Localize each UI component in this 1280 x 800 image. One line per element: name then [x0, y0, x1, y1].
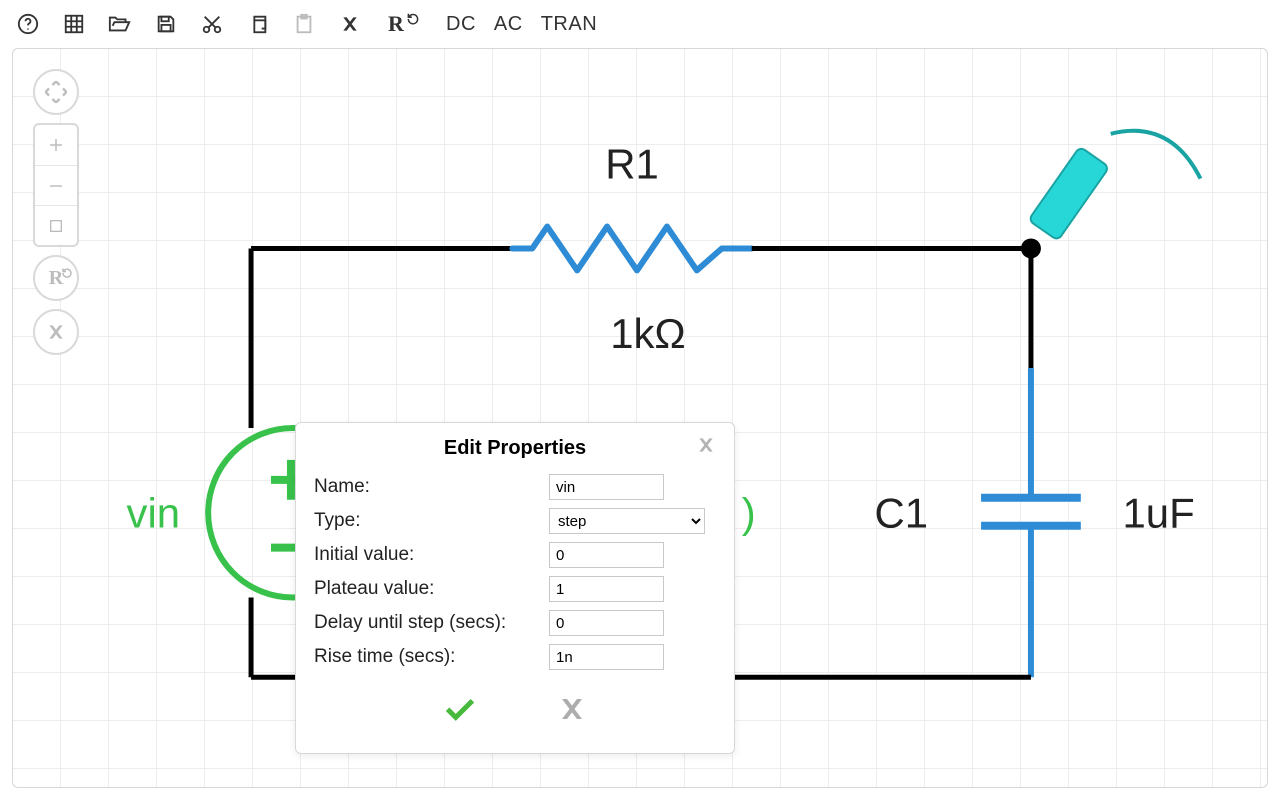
- field-input-delay[interactable]: [549, 610, 664, 636]
- dialog-title: Edit Properties: [444, 437, 586, 459]
- help-icon[interactable]: [14, 10, 42, 38]
- schematic-canvas[interactable]: R: [12, 48, 1268, 788]
- save-icon[interactable]: [152, 10, 180, 38]
- field-label-delay: Delay until step (secs):: [314, 612, 549, 634]
- dialog-ok-icon[interactable]: [443, 694, 477, 733]
- dialog-close-icon[interactable]: [696, 435, 716, 461]
- field-select-type[interactable]: step: [549, 508, 705, 534]
- ac-analysis-button[interactable]: AC: [494, 13, 523, 36]
- capacitor-value: 1uF: [1123, 490, 1195, 537]
- copy-icon[interactable]: [244, 10, 272, 38]
- field-input-rise[interactable]: [549, 644, 664, 670]
- dialog-cancel-icon[interactable]: [557, 694, 587, 733]
- field-label-rise: Rise time (secs):: [314, 646, 549, 668]
- vsource-label: vin: [127, 490, 181, 537]
- field-input-plateau[interactable]: [549, 576, 664, 602]
- edit-properties-dialog: Edit Properties Name: Type: step Initial…: [295, 422, 735, 754]
- dc-analysis-button[interactable]: DC: [446, 13, 476, 36]
- probe[interactable]: [1028, 131, 1200, 241]
- open-icon[interactable]: [106, 10, 134, 38]
- delete-icon[interactable]: [336, 10, 364, 38]
- field-label-initial: Initial value:: [314, 544, 549, 566]
- cut-icon[interactable]: [198, 10, 226, 38]
- tran-analysis-button[interactable]: TRAN: [541, 13, 597, 36]
- vsource-value-tail: ): [742, 490, 756, 537]
- paste-icon: [290, 10, 318, 38]
- field-label-name: Name:: [314, 476, 549, 498]
- field-label-plateau: Plateau value:: [314, 578, 549, 600]
- rotate-icon[interactable]: R: [382, 10, 410, 38]
- toolbar: R DC AC TRAN: [0, 0, 1280, 44]
- grid-icon[interactable]: [60, 10, 88, 38]
- field-label-type: Type:: [314, 510, 549, 532]
- resistor-value: 1kΩ: [610, 310, 686, 357]
- capacitor-label: C1: [875, 490, 929, 537]
- resistor-label: R1: [605, 141, 659, 188]
- field-input-name[interactable]: [549, 474, 664, 500]
- field-input-initial[interactable]: [549, 542, 664, 568]
- component-resistor[interactable]: [512, 227, 751, 271]
